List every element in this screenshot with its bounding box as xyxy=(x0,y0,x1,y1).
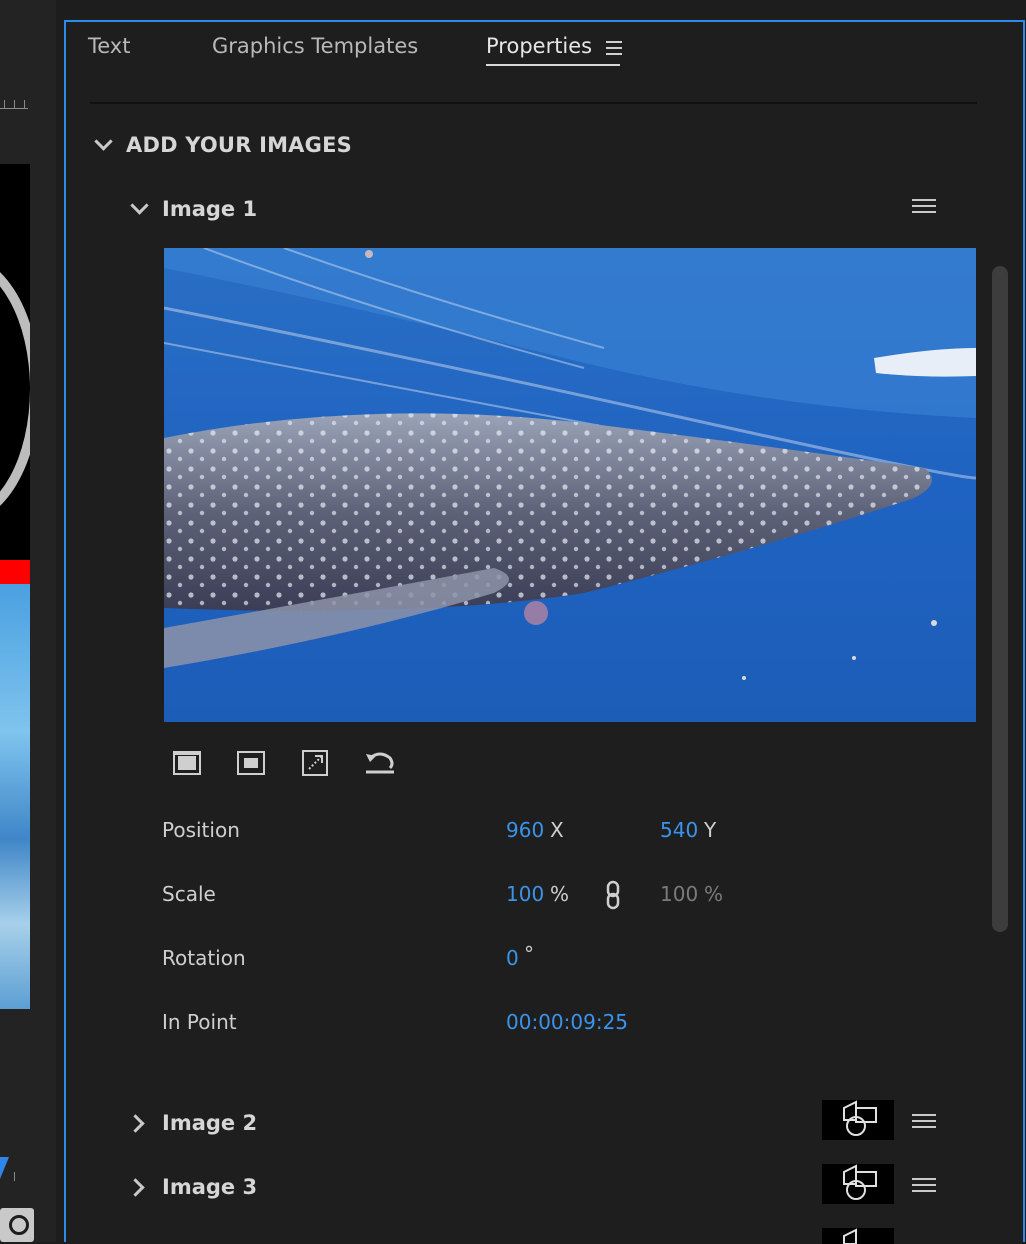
panel-scrollbar[interactable] xyxy=(992,266,1008,932)
image1-preview xyxy=(164,248,976,722)
in-point-row: In Point 00:00:09:25 xyxy=(162,1010,962,1038)
fill-frame-icon[interactable] xyxy=(236,748,266,778)
panel-tabs: Text Graphics Templates Properties xyxy=(66,22,1023,102)
placeholder-shapes-icon xyxy=(843,1164,877,1200)
chevron-right-icon xyxy=(126,1111,156,1135)
image1-menu-icon[interactable] xyxy=(912,199,936,215)
in-point-label: In Point xyxy=(162,1010,237,1034)
program-monitor-preview xyxy=(0,164,30,1009)
tab-properties[interactable]: Properties xyxy=(486,34,620,66)
placeholder-shapes-icon xyxy=(843,1100,877,1136)
image1-title: Image 1 xyxy=(162,197,258,221)
timeline-tick xyxy=(14,1172,15,1181)
scale-height-unit: % xyxy=(704,882,724,906)
position-x-value[interactable]: 960 xyxy=(506,818,544,842)
tabs-divider xyxy=(90,102,977,104)
section-add-images-header[interactable]: ADD YOUR IMAGES xyxy=(90,130,352,160)
record-button[interactable] xyxy=(0,1208,34,1242)
image3-header[interactable]: Image 3 xyxy=(126,1172,257,1202)
section-title: ADD YOUR IMAGES xyxy=(126,133,352,157)
image3-menu-icon[interactable] xyxy=(912,1178,936,1194)
scale-width-value[interactable]: 100 xyxy=(506,882,544,906)
rotation-value[interactable]: 0 xyxy=(506,946,519,970)
link-icon[interactable] xyxy=(604,880,622,915)
tab-graphics-templates[interactable]: Graphics Templates xyxy=(212,34,418,58)
position-y-value[interactable]: 540 xyxy=(660,818,698,842)
image2-thumbnail[interactable] xyxy=(822,1100,894,1140)
image2-title: Image 2 xyxy=(162,1111,258,1135)
record-circle-icon xyxy=(9,1215,29,1235)
chevron-down-icon xyxy=(126,197,156,221)
tab-text[interactable]: Text xyxy=(88,34,130,58)
image2-header[interactable]: Image 2 xyxy=(126,1108,257,1138)
chevron-down-icon xyxy=(90,133,120,157)
scale-width-unit: % xyxy=(550,882,570,906)
preview-water-image xyxy=(0,584,30,1009)
rotation-unit: ° xyxy=(524,942,534,966)
position-x-unit: X xyxy=(550,818,564,842)
playhead-marker-icon[interactable] xyxy=(0,1157,9,1179)
timeline-ruler xyxy=(0,98,28,109)
rotation-row: Rotation 0 ° xyxy=(162,942,962,974)
position-row: Position 960 X 540 Y xyxy=(162,818,962,846)
preview-ring-graphic xyxy=(0,254,30,524)
reset-icon[interactable] xyxy=(364,748,394,778)
image1-header[interactable]: Image 1 xyxy=(126,194,257,224)
preview-red-bar xyxy=(0,560,30,584)
essential-graphics-panel: Text Graphics Templates Properties ADD Y… xyxy=(64,20,1025,1244)
tab-menu-icon[interactable] xyxy=(606,41,622,55)
scale-row: Scale 100 % 100 % xyxy=(162,880,962,910)
fit-frame-icon[interactable] xyxy=(172,748,202,778)
position-y-unit: Y xyxy=(704,818,717,842)
scale-label: Scale xyxy=(162,882,216,906)
scale-to-frame-icon[interactable] xyxy=(300,748,330,778)
image3-thumbnail[interactable] xyxy=(822,1164,894,1204)
scale-height-value[interactable]: 100 xyxy=(660,882,698,906)
tab-properties-label: Properties xyxy=(486,34,593,58)
image3-title: Image 3 xyxy=(162,1175,258,1199)
image2-menu-icon[interactable] xyxy=(912,1114,936,1130)
chevron-right-icon xyxy=(126,1175,156,1199)
whale-shark-image xyxy=(164,248,976,722)
position-label: Position xyxy=(162,818,240,842)
left-dock-strip xyxy=(0,0,56,1242)
rotation-label: Rotation xyxy=(162,946,246,970)
in-point-value[interactable]: 00:00:09:25 xyxy=(506,1010,628,1034)
